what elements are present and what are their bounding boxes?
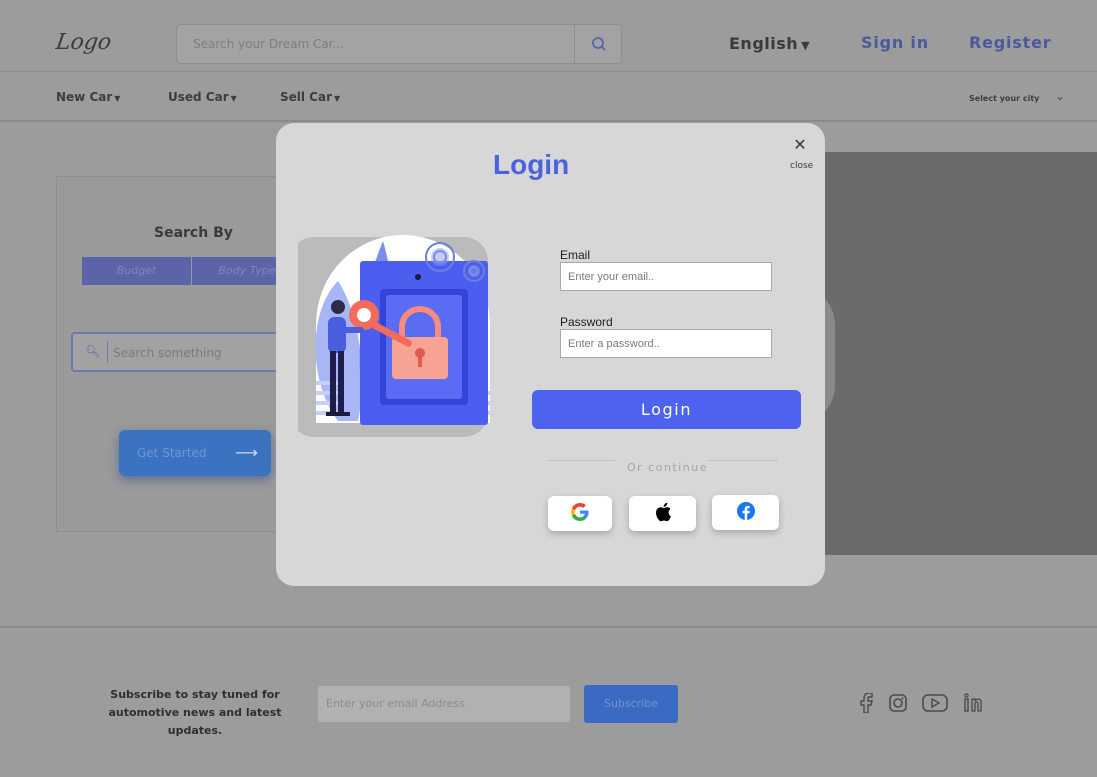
facebook-icon[interactable] [860,692,874,715]
facebook-icon [736,501,755,524]
close-label[interactable]: close [790,161,813,171]
apple-icon [654,502,672,526]
youtube-icon[interactable] [922,693,948,715]
get-started-label: Get Started [137,446,207,460]
chevron-down-icon: ▼ [230,94,237,103]
login-button[interactable]: Login [532,390,801,429]
apple-login-button[interactable] [629,496,696,531]
linkedin-icon[interactable] [964,693,986,715]
email-label: Email [560,248,591,262]
or-continue-text: Or continue [627,461,709,474]
divider-left [547,460,615,461]
main-search-placeholder[interactable]: Search your Dream Car... [193,37,344,51]
tab-budget[interactable]: Budget [82,257,191,285]
footer-divider [0,626,1097,628]
subscribe-text: Subscribe to stay tuned for automotive n… [108,688,282,737]
subscribe-email-field[interactable]: Enter your email Address [318,686,570,722]
arrow-right-icon: ⟶ [235,443,258,462]
logo[interactable]: Logo [54,30,113,55]
divider-right [708,460,778,461]
chevron-down-icon[interactable]: ⌄ [1055,89,1065,103]
chevron-down-icon: ▼ [801,39,811,52]
nav-item-label: New Car [56,90,113,104]
close-icon[interactable]: ✕ [789,135,811,157]
register-link[interactable]: Register [969,33,1051,52]
sign-in-link[interactable]: Sign in [861,33,929,52]
category-nav: New Car ▼ Used Car ▼ Sell Car ▼ Select your… [0,72,1097,122]
security-illustration [290,231,510,441]
main-search-bar[interactable]: Search your Dream Car... [176,24,622,64]
top-header: Logo Search your Dream Car... English ▼ S… [0,0,1097,72]
get-started-button[interactable]: Get Started ⟶ [119,430,271,476]
subscribe-button[interactable]: Subscribe [584,685,678,723]
chevron-down-icon: ▼ [334,94,341,103]
password-label: Password [560,315,613,329]
google-login-button[interactable] [548,496,612,531]
chevron-down-icon: ▼ [114,94,121,103]
password-field[interactable] [560,329,772,358]
nav-item-sell-car[interactable]: Sell Car ▼ [280,90,340,104]
search-divider [574,25,575,63]
input-divider [107,341,108,363]
search-icon: 🔍︎ [85,344,101,358]
email-field[interactable] [560,262,772,291]
search-icon[interactable] [587,34,611,54]
nav-item-used-car[interactable]: Used Car ▼ [168,90,237,104]
search-by-title: Search By [154,225,233,241]
facebook-login-button[interactable] [712,495,779,530]
language-selector[interactable]: English ▼ [729,34,810,53]
modal-title: Login [493,149,570,180]
login-modal: Login ✕ close Email Enter your email.. P… [276,123,825,586]
google-icon [571,502,589,525]
language-label: English [729,34,799,53]
instagram-icon[interactable] [888,693,908,715]
nav-item-label: Used Car [168,90,229,104]
city-select[interactable]: Select your city [969,94,1039,103]
nav-item-label: Sell Car [280,90,333,104]
nav-item-new-car[interactable]: New Car ▼ [56,90,120,104]
subscribe-email-placeholder: Enter your email Address [326,697,465,710]
card-search-placeholder: Search something [113,346,222,360]
